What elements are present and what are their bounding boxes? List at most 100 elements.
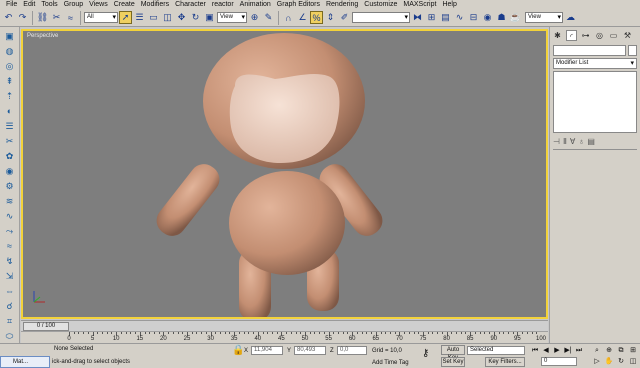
render-type-dropdown[interactable]: View	[525, 12, 563, 23]
play-icon[interactable]: ▶	[552, 346, 562, 355]
selection-filter-dropdown[interactable]: All	[84, 12, 118, 23]
taskbar-item[interactable]: Mat...	[0, 356, 50, 368]
material-editor-icon[interactable]: ◉	[481, 11, 494, 24]
next-frame-icon[interactable]: ▶|	[563, 346, 573, 355]
rectangular-selection-icon[interactable]: ▭	[147, 11, 160, 24]
z-coordinate-field[interactable]: 0,0	[337, 346, 367, 355]
tool-skin-icon[interactable]: ☌	[3, 300, 16, 312]
tool-bend-icon[interactable]: ⤳	[3, 225, 16, 237]
current-frame-field[interactable]: 0	[541, 357, 577, 366]
track-bar[interactable]: 0 5 10 15 20 25 30 35 40 45 50 55 60 65 70 75 80 85 90 95 10…	[21, 331, 548, 343]
layer-manager-icon[interactable]: ▤	[439, 11, 452, 24]
pin-stack-icon[interactable]: ⊣	[553, 137, 560, 146]
go-to-start-icon[interactable]: ⏮	[530, 346, 540, 355]
previous-frame-icon[interactable]: ◀	[541, 346, 551, 355]
make-unique-icon[interactable]: ∀	[570, 137, 575, 146]
x-coordinate-field[interactable]: 11,904	[251, 346, 283, 355]
tool-bevel-icon[interactable]: ⇡	[3, 90, 16, 102]
perspective-viewport[interactable]: Perspective	[21, 29, 548, 319]
pivot-center-icon[interactable]: ⊕	[248, 11, 261, 24]
tool-cylinder-icon[interactable]: ◎	[3, 60, 16, 72]
select-and-move-icon[interactable]: ✥	[175, 11, 188, 24]
schematic-view-icon[interactable]: ⊟	[467, 11, 480, 24]
angle-snap-icon[interactable]: ∠	[296, 11, 309, 24]
mirror-icon[interactable]: ⧓	[411, 11, 424, 24]
motion-tab-icon[interactable]: ◎	[594, 30, 605, 41]
display-tab-icon[interactable]: ▭	[608, 30, 619, 41]
menu-item-edit[interactable]: Edit	[20, 0, 38, 9]
field-of-view-icon[interactable]: ▷	[592, 357, 602, 366]
add-time-tag[interactable]: Add Time Tag	[372, 359, 409, 367]
key-filters-button[interactable]: Key Filters...	[485, 357, 525, 367]
tool-sphere-icon[interactable]: ◍	[3, 45, 16, 57]
menu-item-file[interactable]: File	[3, 0, 20, 9]
spinner-snap-icon[interactable]: ⇕	[324, 11, 337, 24]
window-crossing-icon[interactable]: ◫	[161, 11, 174, 24]
modify-tab-icon[interactable]: ◜	[566, 29, 577, 41]
menu-item-views[interactable]: Views	[86, 0, 111, 9]
y-coordinate-field[interactable]: 80,493	[294, 346, 326, 355]
tool-stretch-icon[interactable]: ⇔	[3, 285, 16, 297]
select-and-manipulate-icon[interactable]: ✎	[262, 11, 275, 24]
align-icon[interactable]: ⊞	[425, 11, 438, 24]
select-and-scale-icon[interactable]: ▣	[203, 11, 216, 24]
tool-cut-icon[interactable]: ✂	[3, 135, 16, 147]
time-slider[interactable]: 0 / 100	[23, 322, 69, 331]
tool-twist-icon[interactable]: ↯	[3, 255, 16, 267]
select-and-rotate-icon[interactable]: ↻	[189, 11, 202, 24]
go-to-end-icon[interactable]: ⏭	[574, 346, 584, 355]
time-slider-bar[interactable]: 0 / 100	[21, 320, 548, 331]
select-by-name-icon[interactable]: ☰	[133, 11, 146, 24]
unlink-icon[interactable]: ✂	[50, 11, 63, 24]
menu-item-character[interactable]: Character	[172, 0, 209, 9]
pan-icon[interactable]: ✋	[604, 357, 614, 366]
modifier-stack[interactable]	[553, 71, 637, 133]
menu-item-customize[interactable]: Customize	[361, 0, 400, 9]
menu-item-create[interactable]: Create	[111, 0, 138, 9]
character-model[interactable]	[23, 31, 546, 317]
modifier-list-dropdown[interactable]: Modifier List	[553, 58, 637, 69]
curve-editor-icon[interactable]: ∿	[453, 11, 466, 24]
configure-sets-icon[interactable]: ▤	[587, 137, 595, 146]
render-scene-icon[interactable]: ☗	[495, 11, 508, 24]
menu-item-tools[interactable]: Tools	[38, 0, 60, 9]
undo-icon[interactable]: ↶	[2, 11, 15, 24]
zoom-icon[interactable]: ⌕	[592, 346, 602, 355]
set-key-icon[interactable]: ⚷	[422, 348, 429, 359]
auto-key-button[interactable]: Auto Key	[441, 345, 465, 361]
arc-rotate-icon[interactable]: ↻	[616, 357, 626, 366]
menu-item-group[interactable]: Group	[61, 0, 86, 9]
tool-box-icon[interactable]: ▣	[3, 30, 16, 42]
tool-weld-icon[interactable]: ✿	[3, 150, 16, 162]
tool-ripple-icon[interactable]: ∿	[3, 210, 16, 222]
tool-target-icon[interactable]: ◉	[3, 165, 16, 177]
edit-named-selections-icon[interactable]: ✐	[338, 11, 351, 24]
tool-lattice-icon[interactable]: ⌗	[3, 315, 16, 327]
tool-smooth-icon[interactable]: ⬭	[3, 330, 16, 342]
tool-extrude-icon[interactable]: ⇞	[3, 75, 16, 87]
tool-wave-icon[interactable]: ≋	[3, 195, 16, 207]
render-last-icon[interactable]: ☁	[564, 11, 577, 24]
set-key-button[interactable]: Set Key	[441, 357, 465, 367]
key-selection-dropdown[interactable]: Selected	[467, 346, 525, 355]
zoom-all-icon[interactable]: ⊕	[604, 346, 614, 355]
zoom-extents-all-icon[interactable]: ⊞	[628, 346, 638, 355]
tool-chamfer-icon[interactable]: ◐	[3, 105, 16, 117]
snaps-toggle-icon[interactable]: ∩	[282, 11, 295, 24]
utilities-tab-icon[interactable]: ⚒	[622, 30, 633, 41]
object-color-swatch[interactable]	[628, 45, 637, 56]
menu-item-animation[interactable]: Animation	[237, 0, 274, 9]
hierarchy-tab-icon[interactable]: ⊶	[580, 30, 591, 41]
tool-snap-icon[interactable]: ⚙	[3, 180, 16, 192]
redo-icon[interactable]: ↷	[16, 11, 29, 24]
tool-taper-icon[interactable]: ⇲	[3, 270, 16, 282]
object-name-field[interactable]	[553, 45, 626, 56]
tool-noise-icon[interactable]: ≈	[3, 240, 16, 252]
remove-modifier-icon[interactable]: ♁	[578, 137, 584, 146]
create-tab-icon[interactable]: ✱	[552, 30, 563, 41]
reference-coordinate-dropdown[interactable]: View	[217, 12, 247, 23]
select-and-link-icon[interactable]: ⛓	[36, 11, 49, 24]
tool-layers-icon[interactable]: ☰	[3, 120, 16, 132]
menu-item-graph-editors[interactable]: Graph Editors	[274, 0, 323, 9]
show-end-result-icon[interactable]: Ⅱ	[563, 137, 567, 146]
